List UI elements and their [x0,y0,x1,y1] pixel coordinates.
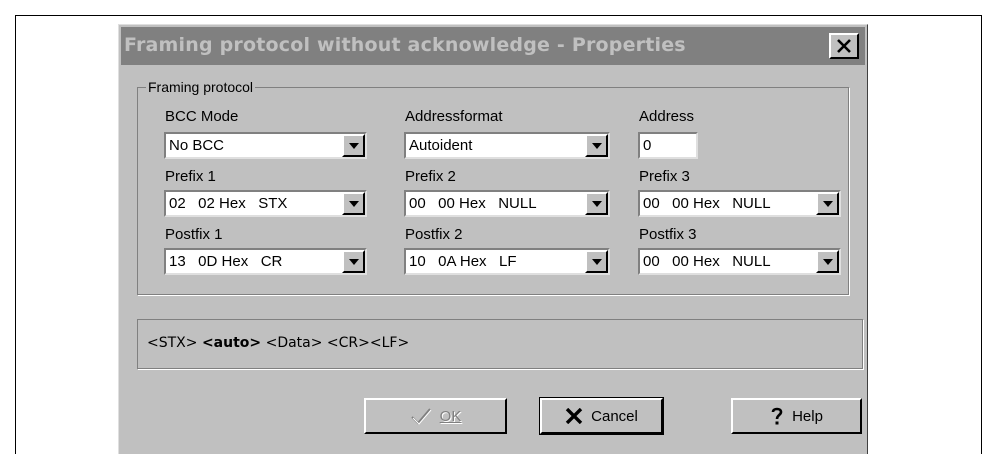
chevron-down-icon [822,200,833,207]
chevron-down-icon [348,200,359,207]
postfix-2-dropdown-button[interactable] [585,250,608,273]
chevron-down-icon [348,142,359,149]
chevron-down-icon [591,200,602,207]
group-legend: Framing protocol [146,79,256,95]
question-icon [770,406,784,426]
address-value: 0 [643,137,652,154]
prefix-2-value: 00 00 Hex NULL [409,195,537,212]
postfix-3-dropdown-button[interactable] [816,250,839,273]
postfix-3-select[interactable]: 00 00 Hex NULL [638,248,841,275]
postfix-2-label: Postfix 2 [405,226,463,243]
prefix-1-select[interactable]: 02 02 Hex STX [164,190,367,217]
bcc-mode-dropdown-button[interactable] [342,134,365,157]
postfix-3-value: 00 00 Hex NULL [643,253,771,270]
addressformat-value: Autoident [409,137,473,154]
page-frame-left [15,15,16,454]
chevron-down-icon [591,258,602,265]
help-button[interactable]: Help [731,398,862,434]
ok-button[interactable]: OK [364,398,507,434]
preview-prefix: <STX> [147,335,202,351]
ok-label: OK [440,408,462,425]
page-frame-top [15,15,982,16]
bcc-mode-value: No BCC [169,137,225,154]
prefix-1-label: Prefix 1 [165,168,216,185]
prefix-2-label: Prefix 2 [405,168,456,185]
dialog-title: Framing protocol without acknowledge - P… [124,34,686,56]
chevron-down-icon [348,258,359,265]
close-icon [837,39,851,53]
address-label: Address [639,108,695,125]
prefix-3-label: Prefix 3 [639,168,690,185]
ok-label-text: OK [439,407,462,425]
preview-suffix: <Data> <CR><LF> [261,335,410,351]
bcc-mode-select[interactable]: No BCC [164,132,367,159]
prefix-1-value: 02 02 Hex STX [169,195,288,212]
prefix-2-select[interactable]: 00 00 Hex NULL [404,190,610,217]
addressformat-dropdown-button[interactable] [585,134,608,157]
frame-preview-box: <STX> <auto> <Data> <CR><LF> [137,319,863,369]
postfix-1-label: Postfix 1 [165,226,223,243]
cancel-label: Cancel [591,407,638,425]
cancel-button[interactable]: Cancel [539,397,664,435]
framing-protocol-group: Framing protocol BCC Mode No BCC Address… [137,79,849,295]
close-button[interactable] [829,33,859,59]
title-bar: Framing protocol without acknowledge - P… [121,27,865,65]
address-input[interactable]: 0 [638,132,698,159]
postfix-1-select[interactable]: 13 0D Hex CR [164,248,367,275]
bcc-mode-label: BCC Mode [165,108,239,125]
prefix-3-value: 00 00 Hex NULL [643,195,771,212]
chevron-down-icon [822,258,833,265]
addressformat-label: Addressformat [405,108,503,125]
chevron-down-icon [591,142,602,149]
prefix-2-dropdown-button[interactable] [585,192,608,215]
postfix-2-value: 10 0A Hex LF [409,253,517,270]
help-label: Help [792,407,823,425]
addressformat-select[interactable]: Autoident [404,132,610,159]
prefix-3-select[interactable]: 00 00 Hex NULL [638,190,841,217]
frame-preview-text: <STX> <auto> <Data> <CR><LF> [147,335,409,351]
postfix-3-label: Postfix 3 [639,226,697,243]
postfix-2-select[interactable]: 10 0A Hex LF [404,248,610,275]
x-icon [565,408,583,424]
postfix-1-dropdown-button[interactable] [342,250,365,273]
prefix-3-dropdown-button[interactable] [816,192,839,215]
checkmark-icon [410,407,432,425]
preview-address: <auto> [201,335,262,351]
page-frame-right [981,15,982,454]
postfix-1-value: 13 0D Hex CR [169,253,283,270]
properties-dialog: Framing protocol without acknowledge - P… [118,24,868,454]
prefix-1-dropdown-button[interactable] [342,192,365,215]
